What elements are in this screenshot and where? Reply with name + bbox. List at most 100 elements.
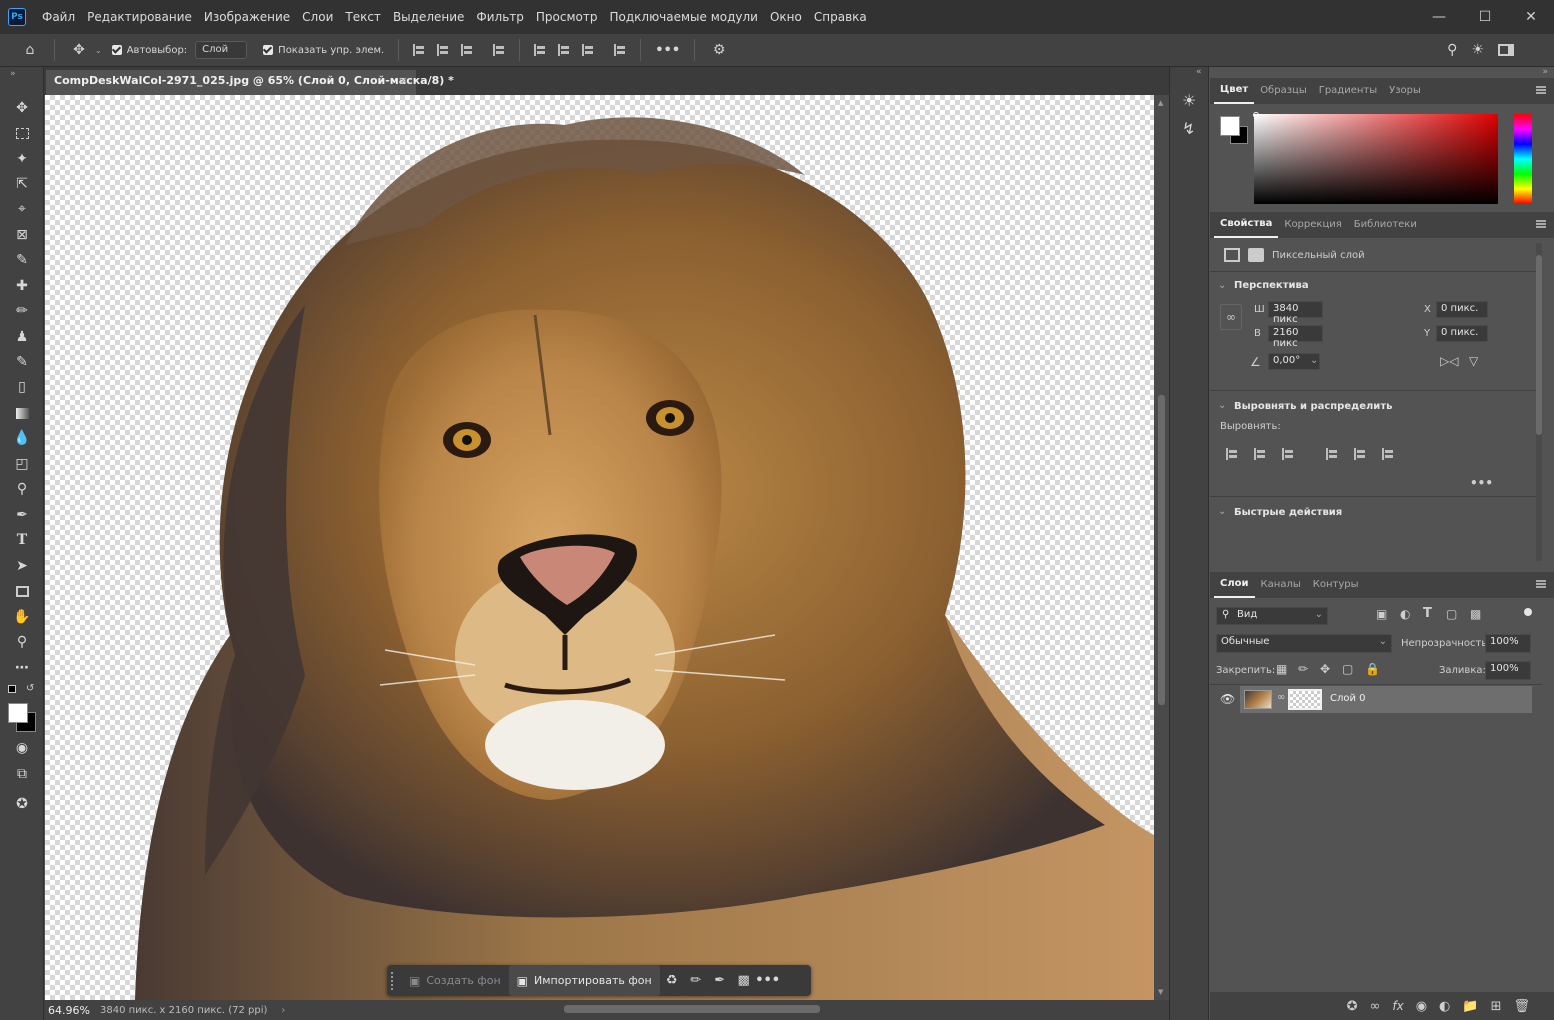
gear-icon[interactable]: ⚙ [711, 42, 727, 58]
collapse-icon[interactable]: » [10, 69, 16, 79]
link-layers-icon[interactable]: ∞ [1370, 999, 1381, 1014]
x-field[interactable]: 0 пикс. [1436, 301, 1488, 318]
eyedropper-icon[interactable]: ✎ [13, 251, 31, 269]
chevron-down-icon[interactable]: ⌄ [1218, 506, 1226, 517]
lock-artboard-icon[interactable]: ▢ [1342, 662, 1353, 676]
autoselect-dropdown[interactable]: Слой [195, 41, 248, 59]
filter-adjustment-icon[interactable]: ◐ [1400, 607, 1410, 621]
collapse-icon[interactable]: « [1196, 67, 1202, 77]
menu-window[interactable]: Окно [764, 0, 808, 34]
healing-brush-icon[interactable]: ✚ [13, 277, 31, 295]
add-mask-icon[interactable]: ◉ [1416, 999, 1427, 1014]
generative-icon[interactable]: ✪ [13, 795, 31, 813]
align-left-icon[interactable] [1226, 448, 1238, 460]
transform-section-title[interactable]: Перспектива [1234, 280, 1309, 291]
color-picker-handle[interactable] [1253, 112, 1259, 118]
fx-icon[interactable]: fx [1392, 999, 1403, 1013]
panel-menu-icon[interactable] [1536, 86, 1546, 94]
eye-icon[interactable]: 👁 [1220, 692, 1235, 706]
more-tools-icon[interactable]: ⋯ [13, 659, 31, 677]
more-options-button[interactable]: ••• [655, 43, 680, 58]
swap-colors-icon[interactable]: ↺ [26, 683, 34, 694]
tab-gradients[interactable]: Градиенты [1313, 78, 1383, 104]
screen-mode-icon[interactable]: ⧉ [13, 765, 31, 783]
layer-row[interactable]: ∞ Слой 0 [1240, 686, 1532, 713]
generate-icon[interactable]: ✪ [1347, 999, 1358, 1014]
layer-mask-thumbnail[interactable] [1288, 689, 1322, 710]
tab-properties[interactable]: Свойства [1214, 212, 1279, 238]
dodge-tool-icon[interactable]: ◰ [13, 455, 31, 473]
gradient-tool-icon[interactable] [13, 404, 31, 422]
tab-libraries[interactable]: Библиотеки [1348, 212, 1423, 238]
panel-menu-icon[interactable] [1536, 580, 1546, 588]
menu-filter[interactable]: Фильтр [470, 0, 529, 34]
lightbulb-icon[interactable]: ☀ [1471, 42, 1484, 58]
align-right-icon[interactable] [461, 44, 473, 56]
eraser-icon[interactable]: ▯ [13, 378, 31, 396]
align-top-icon[interactable] [534, 44, 546, 56]
opacity-field[interactable]: 100% [1485, 634, 1531, 653]
brush-icon[interactable]: ✏ [687, 973, 705, 988]
more-align-button[interactable]: ••• [1470, 476, 1493, 490]
close-window-button[interactable]: ✕ [1508, 0, 1554, 34]
quick-mask-icon[interactable]: ◉ [13, 739, 31, 757]
align-bottom-icon[interactable] [1382, 448, 1394, 460]
align-center-icon[interactable] [437, 44, 449, 56]
adjustment-layer-icon[interactable]: ◐ [1439, 999, 1450, 1014]
filter-type-icon[interactable]: T [1423, 606, 1432, 621]
history-panel-icon[interactable]: ↯ [1182, 119, 1195, 138]
menu-view[interactable]: Просмотр [530, 0, 604, 34]
distribute-icon[interactable] [493, 44, 505, 56]
align-middle-icon[interactable] [558, 44, 570, 56]
stamp-tool-icon[interactable]: ♟ [13, 328, 31, 346]
canvas[interactable] [45, 95, 1154, 1000]
vertical-scroll-thumb[interactable] [1158, 395, 1165, 705]
scroll-down-icon[interactable]: ▼ [1158, 988, 1163, 996]
autoselect-checkbox[interactable] [111, 45, 122, 55]
lock-pixels-icon[interactable]: ✏ [1298, 662, 1308, 676]
filter-pixel-icon[interactable]: ▣ [1376, 607, 1387, 621]
search-icon[interactable]: ⚲ [1447, 42, 1457, 58]
move-tool-icon[interactable]: ✥ [71, 42, 87, 58]
foreground-color-swatch[interactable] [1220, 116, 1240, 136]
tab-color[interactable]: Цвет [1214, 78, 1255, 104]
properties-scrollbar[interactable] [1536, 243, 1542, 561]
distribute-vertical-icon[interactable] [614, 44, 626, 56]
blur-tool-icon[interactable]: 💧 [13, 429, 31, 447]
align-top-icon[interactable] [1326, 448, 1338, 460]
menu-plugins[interactable]: Подключаемые модули [603, 0, 764, 34]
trash-icon[interactable]: 🗑 [1513, 999, 1530, 1014]
tab-patterns[interactable]: Узоры [1383, 78, 1427, 104]
home-icon[interactable]: ⌂ [22, 42, 38, 58]
flip-horizontal-icon[interactable]: ▷◁ [1440, 354, 1458, 368]
align-right-icon[interactable] [1282, 448, 1294, 460]
frame-tool-icon[interactable]: ⊠ [13, 226, 31, 244]
document-tab[interactable]: CompDeskWalCol-2971_025.jpg @ 65% (Слой … [46, 70, 454, 95]
tab-paths[interactable]: Контуры [1307, 572, 1365, 598]
maximize-button[interactable]: ☐ [1462, 0, 1508, 34]
zoom-level[interactable]: 64.96% [44, 1004, 100, 1017]
link-icon[interactable]: ∞ [1220, 304, 1242, 330]
align-section-title[interactable]: Выровнять и распределить [1234, 401, 1392, 412]
rectangle-tool-icon[interactable] [13, 582, 31, 600]
align-center-icon[interactable] [1254, 448, 1266, 460]
tab-adjustments[interactable]: Коррекция [1278, 212, 1347, 238]
workspace-icon[interactable] [1498, 44, 1514, 56]
paint-bucket-icon[interactable]: ♻ [663, 973, 681, 988]
menu-help[interactable]: Справка [808, 0, 873, 34]
fill-field[interactable]: 100% [1485, 661, 1531, 680]
color-field[interactable] [1254, 114, 1498, 204]
properties-scroll-thumb[interactable] [1536, 255, 1542, 435]
pen-tool-icon[interactable]: ✒ [13, 506, 31, 524]
panel-menu-icon[interactable] [1536, 220, 1546, 228]
height-field[interactable]: 2160 пикс [1268, 325, 1323, 349]
chevron-down-icon[interactable]: ⌄ [1218, 400, 1226, 411]
status-arrow-icon[interactable]: › [281, 1005, 285, 1016]
brush-add-icon[interactable]: ✒ [711, 973, 729, 988]
menu-edit[interactable]: Редактирование [81, 0, 198, 34]
crop-tool-icon[interactable]: ⌖ [13, 200, 31, 218]
y-field[interactable]: 0 пикс. [1436, 325, 1488, 342]
collapse-icon[interactable]: » [1542, 67, 1548, 77]
chevron-down-icon[interactable]: ⌄ [95, 46, 102, 55]
new-layer-icon[interactable]: ⊞ [1491, 999, 1502, 1014]
